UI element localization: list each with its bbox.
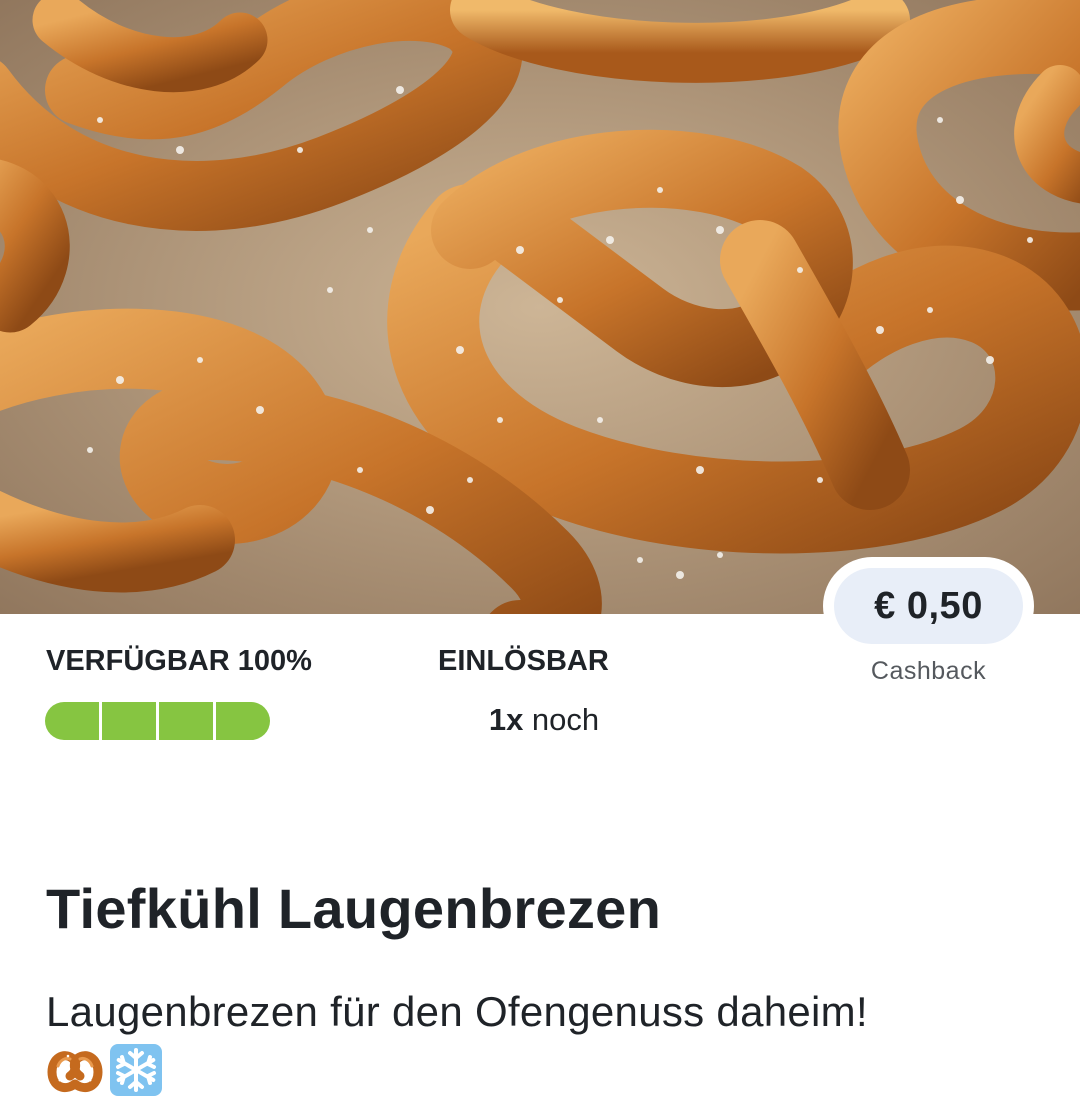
offer-detail-page: € 0,50 Cashback VERFÜGBAR 100% EINLÖSBAR… <box>0 0 1080 1099</box>
redeem-count: 1x noch <box>438 702 650 738</box>
redeem-count-suffix: noch <box>523 702 600 737</box>
pretzel-icon <box>47 1051 103 1092</box>
progress-segment <box>45 702 102 740</box>
product-description: Laugenbrezen für den Ofengenuss daheim! <box>46 988 868 1035</box>
cashback-label: Cashback <box>870 657 987 685</box>
progress-segment <box>216 702 270 740</box>
product-title: Tiefkühl Laugenbrezen <box>46 877 662 940</box>
redeemable-label: EINLÖSBAR <box>438 645 609 677</box>
cashback-badge: € 0,50 <box>823 557 1034 655</box>
pretzel-photo-icon <box>0 0 1080 614</box>
redeem-count-number: 1x <box>488 702 524 737</box>
cashback-amount: € 0,50 <box>834 568 1023 644</box>
availability-progress-bar <box>45 702 270 740</box>
snowflake-icon <box>110 1044 162 1096</box>
availability-progress-fill <box>45 702 270 740</box>
product-hero-image <box>0 0 1080 614</box>
product-emojis <box>46 1042 162 1098</box>
progress-segment <box>102 702 159 740</box>
progress-segment <box>159 702 216 740</box>
availability-label: VERFÜGBAR 100% <box>46 645 312 677</box>
